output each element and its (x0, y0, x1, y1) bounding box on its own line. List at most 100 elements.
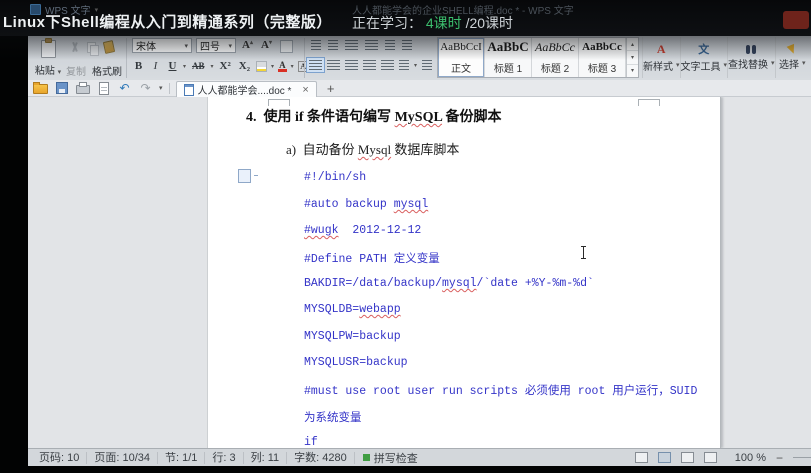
highlight-icon[interactable] (256, 61, 267, 72)
document-line-9: MYSQLUSR=backup (304, 356, 408, 369)
justify-icon[interactable] (363, 60, 376, 70)
learning-progress: 正在学习： 4课时 /20课时 (352, 13, 513, 33)
preview-icon (99, 82, 109, 95)
text-tools-button[interactable]: 文文字工具▾ (680, 37, 728, 78)
close-tab-icon[interactable]: × (302, 85, 308, 95)
styles-gallery-scroll[interactable]: ▴ ▾ ▾ (626, 38, 638, 77)
learning-total: /20课时 (466, 15, 513, 31)
clear-format-button[interactable] (280, 40, 293, 53)
print-preview-button[interactable] (96, 81, 111, 95)
new-tab-button[interactable]: + (327, 81, 335, 96)
decrease-indent-icon[interactable] (345, 40, 358, 50)
chevron-down-icon: ▾ (291, 63, 294, 70)
spellcheck-status[interactable]: 拼写检查 (355, 450, 426, 466)
document-line-4: #wugk 2012-12-12 (304, 224, 421, 237)
status-item-4: 列: 11 (244, 452, 288, 464)
folder-icon (33, 84, 48, 94)
format-bold-button[interactable]: B (132, 59, 145, 73)
font-group: 宋体 ▾ 四号 ▾ A▴ A▾ BIU▾AB▾X²X₂▾A▾A▾ (126, 38, 303, 78)
numbering-icon[interactable] (328, 40, 338, 50)
chevron-down-icon[interactable]: ▾ (414, 62, 417, 69)
document-line-10: #must use root user run scripts 必须使用 roo… (304, 382, 697, 398)
document-page[interactable]: 4. 使用 if 条件语句编写 MySQL 备份脚本a) 自动备份 Mysql … (207, 97, 721, 448)
fontcolor-icon[interactable]: A (278, 61, 287, 72)
comment-marker-icon[interactable] (238, 169, 251, 183)
font-size-select[interactable]: 四号 ▾ (196, 38, 236, 53)
format-buttons: BIU▾AB▾X²X₂▾A▾A▾ (132, 59, 316, 73)
web-view-icon[interactable] (704, 452, 717, 463)
print-button[interactable] (75, 81, 90, 95)
copy-icon[interactable] (87, 42, 96, 53)
overlay-corner-button[interactable] (783, 11, 809, 29)
select-button[interactable]: 选择▾ (775, 37, 809, 78)
line-spacing-icon[interactable] (399, 60, 409, 70)
open-button[interactable] (33, 81, 48, 95)
format-italic-button[interactable]: I (149, 59, 162, 73)
distribute-icon[interactable] (381, 60, 394, 70)
style-label: 标题 3 (588, 60, 616, 75)
document-line-5: #Define PATH 定义变量 (304, 250, 440, 266)
undo-button[interactable]: ↶ (117, 81, 132, 95)
gallery-more-icon[interactable]: ▾ (627, 65, 638, 77)
ribbon-tools: A新样式▾文文字工具▾查找替换▾选择▾ (642, 37, 809, 78)
scroll-up-icon[interactable]: ▴ (627, 38, 638, 51)
fullscreen-view-icon[interactable] (635, 452, 648, 463)
format-superscript-button[interactable]: X² (218, 59, 233, 73)
grow-font-button[interactable]: A▴ (242, 39, 253, 51)
sort-icon[interactable] (385, 40, 395, 50)
paste-button[interactable]: 粘贴 ▾ (32, 38, 64, 78)
zoom-out-button[interactable]: − (776, 451, 783, 465)
outline-view-icon[interactable] (681, 452, 694, 463)
scroll-down-icon[interactable]: ▾ (627, 51, 638, 64)
video-frame: 粘贴 ▾ 复制 格式刷 宋体 ▾ 四号 ▾ A▴ (0, 0, 811, 473)
style-item-2[interactable]: AaBbC 标题 1 (485, 38, 532, 77)
shading-icon[interactable] (422, 60, 432, 70)
style-item-1[interactable]: AaBbCcI正文 (438, 38, 485, 77)
style-preview: AaBbC (487, 41, 528, 53)
format-underline-button[interactable]: U (166, 59, 179, 73)
ribbon: 粘贴 ▾ 复制 格式刷 宋体 ▾ 四号 ▾ A▴ (28, 36, 811, 81)
redo-button[interactable]: ↷ (138, 81, 153, 95)
font-size-value: 四号 (200, 38, 220, 53)
paste-label: 粘贴 (35, 66, 55, 77)
copy-button[interactable]: 复制 (66, 63, 86, 78)
styles-gallery: AaBbCcI正文AaBbC 标题 1 AaBbCc 标题 2 AaBbCc标题 3 ▴… (437, 37, 639, 78)
find-replace-button[interactable]: 查找替换▾ (727, 37, 775, 78)
increase-indent-icon[interactable] (365, 40, 378, 50)
style-preview: AaBbCc (535, 41, 575, 53)
document-icon (184, 84, 194, 96)
redo-dropdown-icon[interactable]: ▾ (159, 84, 163, 92)
save-button[interactable] (54, 81, 69, 95)
format-subscript-button[interactable]: X₂ (237, 59, 252, 73)
learning-label: 正在学习： (352, 15, 422, 31)
document-tab-label: 人人都能学会....doc * (198, 82, 292, 97)
document-workspace[interactable]: 4. 使用 if 条件语句编写 MySQL 备份脚本a) 自动备份 Mysql … (28, 97, 811, 448)
shrink-font-button[interactable]: A▾ (261, 39, 272, 51)
new-style-button[interactable]: A新样式▾ (642, 37, 680, 78)
zoom-slider[interactable] (793, 457, 811, 458)
learning-current: 4课时 (426, 15, 462, 31)
align-right-icon[interactable] (345, 60, 358, 70)
spellcheck-indicator (363, 454, 370, 461)
status-bar: 页码: 10页面: 10/34节: 1/1行: 3列: 11字数: 4280 拼… (28, 448, 811, 466)
cut-icon[interactable] (70, 42, 79, 52)
format-painter-button[interactable]: 格式刷 (92, 63, 122, 78)
spellcheck-label: 拼写检查 (374, 450, 418, 466)
style-label: 标题 1 (494, 60, 522, 75)
tool-label: 查找替换 (728, 56, 768, 71)
show-marks-icon[interactable] (402, 40, 412, 50)
status-item-2: 节: 1/1 (158, 452, 205, 464)
format-strikethrough-button[interactable]: AB (190, 60, 207, 72)
align-left-icon[interactable] (309, 60, 322, 70)
status-item-1: 页面: 10/34 (87, 452, 158, 464)
font-name-select[interactable]: 宋体 ▾ (132, 38, 192, 53)
document-tab[interactable]: 人人都能学会....doc * × (176, 81, 317, 97)
style-item-4[interactable]: AaBbCc标题 3 (579, 38, 626, 77)
format-painter-icon[interactable] (103, 40, 115, 54)
align-center-icon[interactable] (327, 60, 340, 70)
style-item-3[interactable]: AaBbCc 标题 2 (532, 38, 579, 77)
bullets-icon[interactable] (311, 40, 321, 50)
comment-marker-dash (254, 175, 258, 176)
style-label: 标题 2 (541, 60, 569, 75)
page-view-icon[interactable] (658, 452, 671, 463)
